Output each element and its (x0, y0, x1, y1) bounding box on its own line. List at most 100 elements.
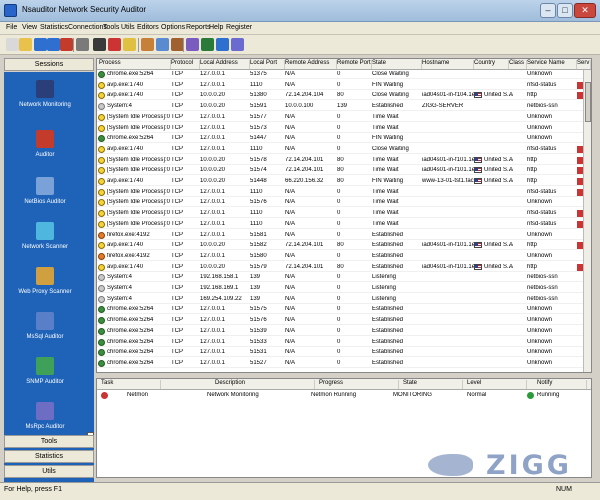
table-row[interactable]: [System Idle Process]:0 TCP 10.0.0.20 51574… (97, 166, 591, 176)
table-row[interactable]: System:4 TCP 192.168.158.1 139 N/A 0 Listening… (97, 273, 583, 283)
table-row[interactable]: chrome.exe:5264 TCP 127.0.0.1 51576 N/A 0 Esta… (97, 316, 583, 326)
tag-icon[interactable] (186, 38, 199, 51)
task-column-progress[interactable]: Progress (319, 380, 399, 389)
table-cell: FIN Waiting (372, 178, 404, 184)
table-row[interactable]: System:4 TCP 192.168.169.1 139 N/A 0 Listening… (97, 284, 583, 293)
menu-reports[interactable]: Reports (186, 24, 211, 31)
report-icon[interactable] (76, 38, 89, 51)
column-header-hostname[interactable]: Hostname (422, 60, 474, 69)
column-header-protocol[interactable]: Protocol (171, 60, 200, 69)
sessions-header[interactable]: Sessions (4, 58, 94, 71)
table-cell: A (509, 92, 514, 99)
column-header-service-name[interactable]: Service Name (527, 60, 577, 69)
menu-editors[interactable]: Editors (137, 24, 159, 31)
task-column-task[interactable]: Task (101, 380, 161, 389)
menu-connections[interactable]: Connections (68, 24, 107, 31)
column-header-class[interactable]: Class (509, 60, 527, 69)
column-header-process[interactable]: Process (99, 60, 171, 69)
help-icon[interactable] (216, 38, 229, 51)
table-row[interactable]: firefox.exe:4192 TCP 127.0.0.1 51580 N/A 0 Est… (97, 252, 583, 261)
sidebar-item-network-scanner[interactable]: Network Scanner (4, 222, 86, 266)
sidebar-tab-statistics[interactable]: Statistics (4, 450, 94, 463)
table-row[interactable]: [System Idle Process]:0 TCP 127.0.0.1 51576… (97, 198, 583, 208)
table-cell: 0 (337, 81, 341, 88)
alert-icon[interactable] (123, 38, 136, 51)
menu-tools[interactable]: Tools (103, 24, 119, 31)
grid-scrollbar[interactable] (583, 70, 591, 372)
task-column-notify[interactable]: Notify (537, 380, 587, 389)
task-row[interactable]: Netmon Network Monitoring Netmon Running MO… (97, 391, 591, 401)
open-icon[interactable] (19, 38, 32, 51)
table-row[interactable]: firefox.exe:4192 TCP 127.0.0.1 51581 N/A 0 Est… (97, 231, 583, 240)
close-button[interactable]: ✕ (574, 3, 596, 18)
menu-utils[interactable]: Utils (121, 24, 135, 31)
table-row[interactable]: chrome.exe:5264 TCP 127.0.0.1 51447 N/A 0 FIN … (97, 134, 583, 144)
sidebar-item-mssql-auditor[interactable]: MsSql Auditor (4, 312, 86, 356)
column-header-serv[interactable]: Serv (577, 60, 591, 69)
table-cell: 51576 (250, 317, 267, 324)
task-column-state[interactable]: State (403, 380, 463, 389)
table-cell: 0 (337, 295, 341, 302)
minimize-button[interactable]: – (540, 3, 556, 18)
warn-process-icon (98, 92, 105, 100)
table-row[interactable]: System:4 TCP 169.254.109.22 139 N/A 0 Listenin… (97, 295, 583, 304)
table-row[interactable]: chrome.exe:5264 TCP 127.0.0.1 51539 N/A 0 Esta… (97, 327, 583, 336)
menu-file[interactable]: File (6, 24, 17, 31)
table-row[interactable]: [System Idle Process]:0 TCP 127.0.0.1 1110 N… (97, 188, 591, 197)
sidebar-item-network-monitoring[interactable]: Network Monitoring (4, 80, 86, 124)
stop-icon[interactable] (47, 38, 60, 51)
table-row[interactable]: [System Idle Process]:0 TCP 127.0.0.1 51577… (97, 113, 583, 122)
table-cell: Unknown (527, 327, 553, 334)
column-header-state[interactable]: State (372, 60, 422, 69)
sidebar-tab-tools[interactable]: Tools (4, 435, 94, 448)
info-icon[interactable] (231, 38, 244, 51)
table-row[interactable]: chrome.exe:5264 TCP 127.0.0.1 51375 N/A 0 Clos… (97, 70, 583, 79)
table-row[interactable]: [System Idle Process]:0 TCP 10.0.0.20 51578… (97, 156, 591, 165)
table-row[interactable]: [System Idle Process]:0 TCP 127.0.0.1 1110 N… (97, 220, 591, 229)
lock-icon[interactable] (201, 38, 214, 51)
table-row[interactable]: chrome.exe:5264 TCP 127.0.0.1 51531 N/A 0 Esta… (97, 348, 583, 358)
sidebar-item-web-proxy-scanner[interactable]: Web Proxy Scanner (4, 267, 86, 311)
sidebar-item-netbios-auditor[interactable]: NetBios Auditor (4, 177, 86, 221)
table-row[interactable]: avp.exe:1740 TCP 10.0.0.20 51380 72.14.204.1… (97, 91, 591, 101)
chart-icon[interactable] (108, 38, 121, 51)
menu-register[interactable]: Register (226, 24, 252, 31)
table-row[interactable]: [System Idle Process]:0 TCP 127.0.0.1 51573… (97, 124, 583, 133)
sidebar-tab-utils[interactable]: Utils (4, 465, 94, 478)
table-cell: TCP (171, 199, 183, 206)
maximize-button[interactable]: □ (557, 3, 573, 18)
table-row[interactable]: avp.exe:1740 TCP 10.0.0.20 51582 72.14.204.1… (97, 241, 591, 251)
table-row[interactable]: avp.exe:1740 TCP 127.0.0.1 1110 N/A 0 Close Wa… (97, 145, 591, 154)
task-column-description[interactable]: Description (215, 380, 315, 389)
sidebar-item-snmp-auditor[interactable]: SNMP Auditor (4, 357, 86, 401)
table-row[interactable]: chrome.exe:5264 TCP 127.0.0.1 51575 N/A 0 Esta… (97, 305, 583, 315)
new-icon[interactable] (6, 38, 19, 51)
menu-statistics[interactable]: Statistics (40, 24, 68, 31)
column-header-local-address[interactable]: Local Address (200, 60, 250, 69)
table-row[interactable]: [System Idle Process]:0 TCP 127.0.0.1 1110 N… (97, 209, 591, 219)
menu-options[interactable]: Options (161, 24, 185, 31)
table-cell (474, 199, 509, 207)
grid-scroll-thumb[interactable] (585, 82, 591, 122)
task-column-level[interactable]: Level (467, 380, 527, 389)
table-row[interactable]: chrome.exe:5264 TCP 127.0.0.1 51527 N/A 0 Esta… (97, 359, 583, 368)
play-icon[interactable] (34, 38, 47, 51)
menu-help[interactable]: Help (209, 24, 223, 31)
column-header-remote-port[interactable]: Remote Port (337, 60, 372, 69)
pause-icon[interactable] (60, 38, 73, 51)
column-header-remote-address[interactable]: Remote Address (285, 60, 337, 69)
column-header-local-port[interactable]: Local Port (250, 60, 285, 69)
column-header-country[interactable]: Country (474, 60, 509, 69)
table-cell: TCP (171, 231, 183, 238)
mail-icon[interactable] (156, 38, 169, 51)
table-row[interactable]: System:4 TCP 10.0.0.20 51591 10.0.0.100 139 Es… (97, 102, 583, 112)
sidebar-item-auditor[interactable]: Auditor (4, 130, 86, 174)
menu-view[interactable]: View (22, 24, 37, 31)
table-row[interactable]: chrome.exe:5264 TCP 127.0.0.1 51533 N/A 0 Esta… (97, 338, 583, 347)
table-row[interactable]: avp.exe:1740 TCP 10.0.0.20 51579 72.14.204.1… (97, 263, 591, 272)
table-cell: avp.exe:1740 (107, 81, 144, 88)
print-icon[interactable] (93, 38, 106, 51)
table-row[interactable]: avp.exe:1740 TCP 10.0.0.20 51448 66.220.156.… (97, 177, 591, 186)
table-row[interactable]: avp.exe:1740 TCP 127.0.0.1 1110 N/A 0 FIN Wait… (97, 81, 591, 90)
home-icon[interactable] (141, 38, 154, 51)
